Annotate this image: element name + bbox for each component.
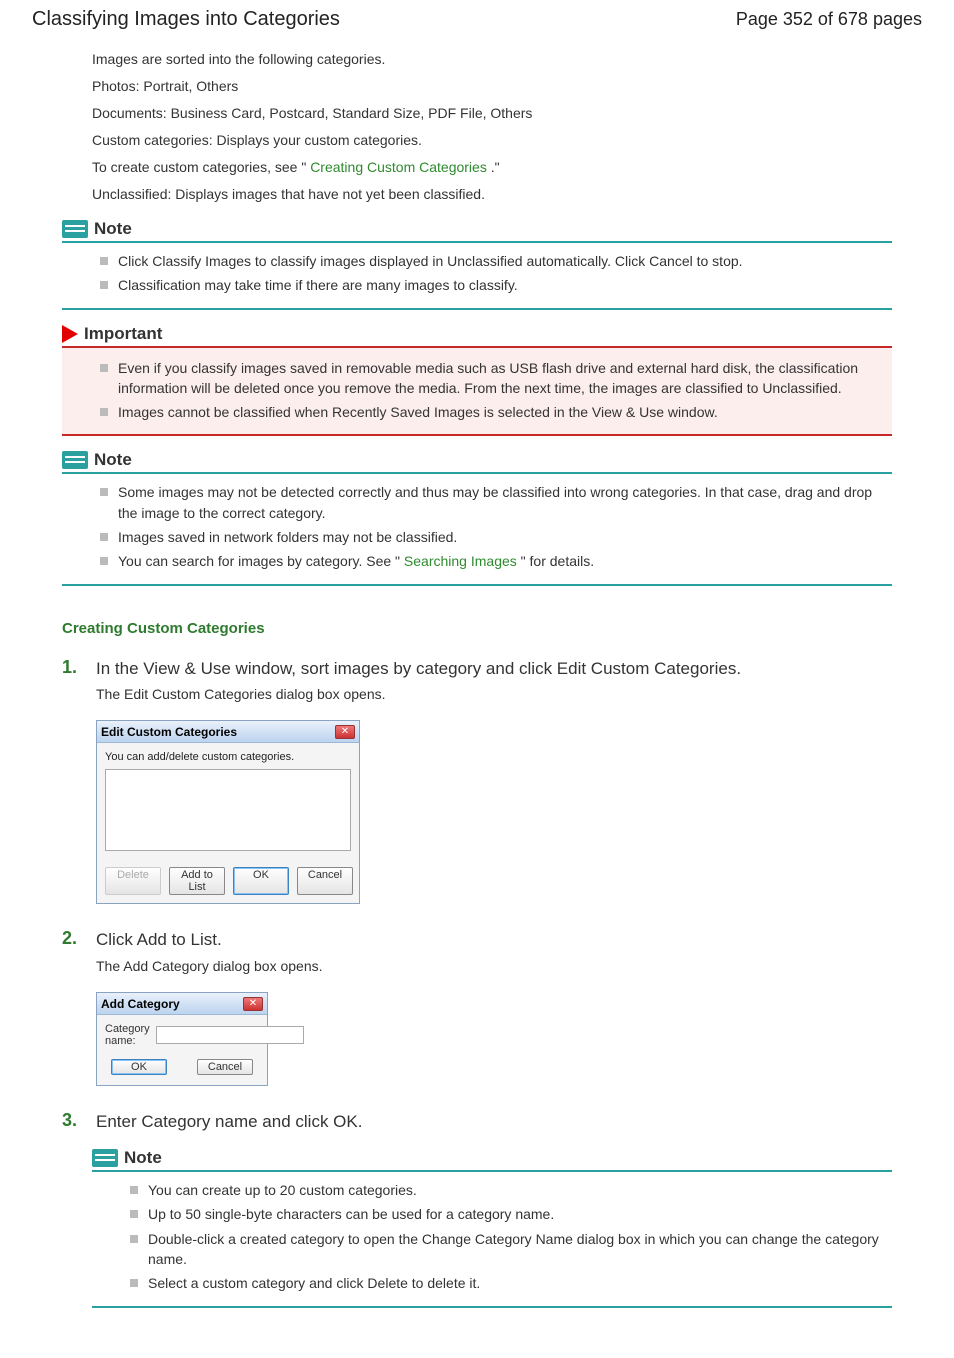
book-icon xyxy=(62,451,88,469)
flag-icon xyxy=(62,325,78,343)
step-number: 2. xyxy=(62,928,84,949)
edit-custom-categories-dialog: Edit Custom Categories ✕ You can add/del… xyxy=(96,720,360,904)
step-number: 3. xyxy=(62,1110,84,1131)
text-fragment: " for details. xyxy=(521,553,594,569)
important-callout: Important Even if you classify images sa… xyxy=(62,324,892,437)
text-fragment: To create custom categories, see " xyxy=(92,159,306,175)
intro-line: Images are sorted into the following cat… xyxy=(92,49,922,70)
list-item: Images saved in network folders may not … xyxy=(100,527,892,547)
note-callout: Note Click Classify Images to classify i… xyxy=(62,219,892,310)
callout-header: Note xyxy=(62,450,892,474)
callout-title: Note xyxy=(94,450,132,470)
category-list[interactable] xyxy=(105,769,351,851)
delete-button[interactable]: Delete xyxy=(105,867,161,895)
note-callout: Note Some images may not be detected cor… xyxy=(62,450,892,585)
step-3: 3. Enter Category name and click OK. xyxy=(62,1110,892,1134)
page-title: Classifying Images into Categories xyxy=(32,8,340,31)
step-number: 1. xyxy=(62,657,84,678)
step-text: Click Add to List. xyxy=(96,928,222,952)
list-item: Select a custom category and click Delet… xyxy=(130,1273,892,1293)
close-icon[interactable]: ✕ xyxy=(243,997,263,1011)
list-item: Click Classify Images to classify images… xyxy=(100,251,892,271)
dialog-titlebar: Edit Custom Categories ✕ xyxy=(97,721,359,743)
add-to-list-button[interactable]: Add to List xyxy=(169,867,225,895)
close-icon[interactable]: ✕ xyxy=(335,725,355,739)
dialog-title: Add Category xyxy=(101,997,180,1011)
callout-header: Note xyxy=(62,219,892,243)
callout-title: Note xyxy=(94,219,132,239)
callout-list: Even if you classify images saved in rem… xyxy=(62,358,892,437)
callout-title: Important xyxy=(84,324,162,344)
dialog-title: Edit Custom Categories xyxy=(101,725,237,739)
intro-block: Images are sorted into the following cat… xyxy=(92,49,922,205)
callout-header: Important xyxy=(62,324,892,348)
add-category-dialog: Add Category ✕ Category name: OK Cancel xyxy=(96,992,268,1086)
callout-list: Some images may not be detected correctl… xyxy=(62,482,892,585)
intro-line: To create custom categories, see " Creat… xyxy=(92,157,922,178)
text-fragment: ." xyxy=(491,159,500,175)
list-item: You can search for images by category. S… xyxy=(100,551,892,571)
list-item: You can create up to 20 custom categorie… xyxy=(130,1180,892,1200)
callout-list: Click Classify Images to classify images… xyxy=(62,251,892,310)
ok-button[interactable]: OK xyxy=(233,867,289,895)
searching-images-link[interactable]: Searching Images xyxy=(404,553,517,569)
intro-line: Custom categories: Displays your custom … xyxy=(92,130,922,151)
category-name-input[interactable] xyxy=(156,1026,304,1044)
step-subtext: The Add Category dialog box opens. xyxy=(96,958,892,974)
step-text: Enter Category name and click OK. xyxy=(96,1110,362,1134)
list-item: Images cannot be classified when Recentl… xyxy=(100,402,892,422)
category-name-label: Category name: xyxy=(105,1023,150,1047)
section-heading: Creating Custom Categories xyxy=(62,620,922,637)
list-item: Up to 50 single-byte characters can be u… xyxy=(130,1204,892,1224)
list-item: Some images may not be detected correctl… xyxy=(100,482,892,523)
page-header: Classifying Images into Categories Page … xyxy=(32,8,922,31)
cancel-button[interactable]: Cancel xyxy=(197,1059,253,1075)
list-item: Classification may take time if there ar… xyxy=(100,275,892,295)
callout-header: Note xyxy=(92,1148,892,1172)
text-fragment: You can search for images by category. S… xyxy=(118,553,400,569)
book-icon xyxy=(62,220,88,238)
step-2: 2. Click Add to List. The Add Category d… xyxy=(62,928,892,1092)
step-subtext: The Edit Custom Categories dialog box op… xyxy=(96,686,892,702)
callout-list: You can create up to 20 custom categorie… xyxy=(92,1180,892,1307)
page-indicator: Page 352 of 678 pages xyxy=(736,9,922,30)
dialog-titlebar: Add Category ✕ xyxy=(97,993,267,1015)
step-text: In the View & Use window, sort images by… xyxy=(96,657,741,681)
dialog-instruction: You can add/delete custom categories. xyxy=(105,751,351,763)
step-1: 1. In the View & Use window, sort images… xyxy=(62,657,892,911)
book-icon xyxy=(92,1149,118,1167)
intro-line: Documents: Business Card, Postcard, Stan… xyxy=(92,103,922,124)
intro-line: Unclassified: Displays images that have … xyxy=(92,184,922,205)
creating-custom-categories-link[interactable]: Creating Custom Categories xyxy=(310,159,487,175)
cancel-button[interactable]: Cancel xyxy=(297,867,353,895)
list-item: Even if you classify images saved in rem… xyxy=(100,358,892,399)
intro-line: Photos: Portrait, Others xyxy=(92,76,922,97)
callout-title: Note xyxy=(124,1148,162,1168)
ok-button[interactable]: OK xyxy=(111,1059,167,1075)
note-callout: Note You can create up to 20 custom cate… xyxy=(92,1148,892,1307)
